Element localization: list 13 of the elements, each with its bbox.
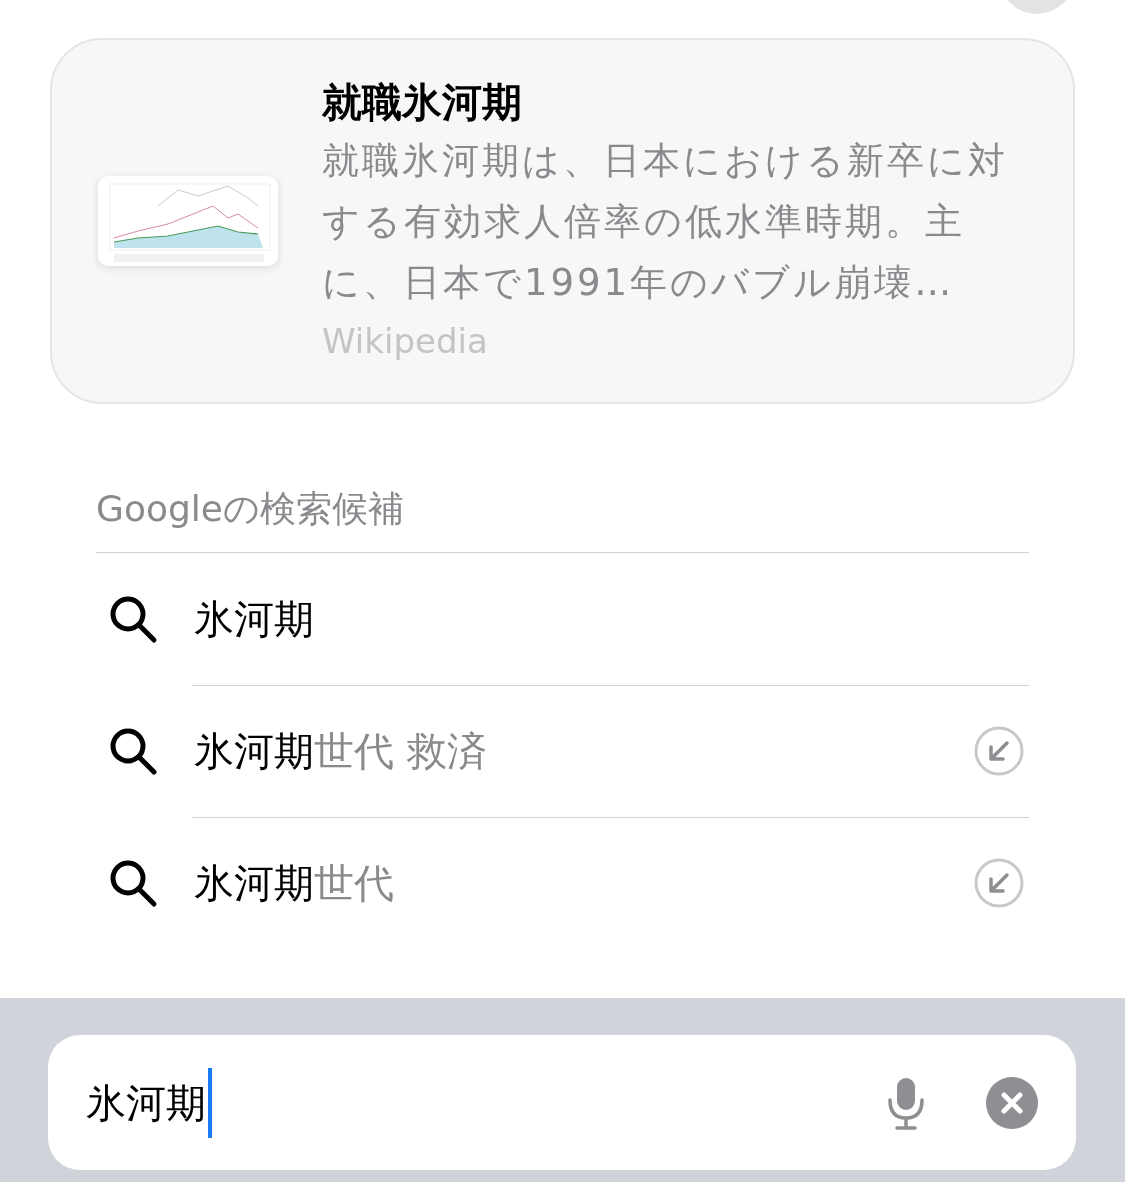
suggestion-text[interactable]: 氷河期世代 [194, 855, 973, 911]
search-icon [108, 858, 158, 908]
clear-icon[interactable] [986, 1076, 1038, 1129]
microphone-icon[interactable] [886, 1075, 926, 1130]
suggestion-text[interactable]: 氷河期世代 救済 [194, 723, 973, 779]
search-text: 氷河期 [86, 1067, 212, 1138]
search-field[interactable]: 氷河期 [48, 1035, 1076, 1170]
card-title: 就職氷河期 [322, 77, 523, 127]
section-header: Googleの検索候補 [96, 484, 1029, 553]
suggestion-text[interactable]: 氷河期 [194, 591, 1029, 647]
search-icon [108, 726, 158, 776]
search-icon [108, 594, 158, 644]
card-description: 就職氷河期は、日本における新卒に対する有効求人倍率の低水準時期。主に、日本で1991年のバブル崩壊… [322, 137, 1009, 306]
